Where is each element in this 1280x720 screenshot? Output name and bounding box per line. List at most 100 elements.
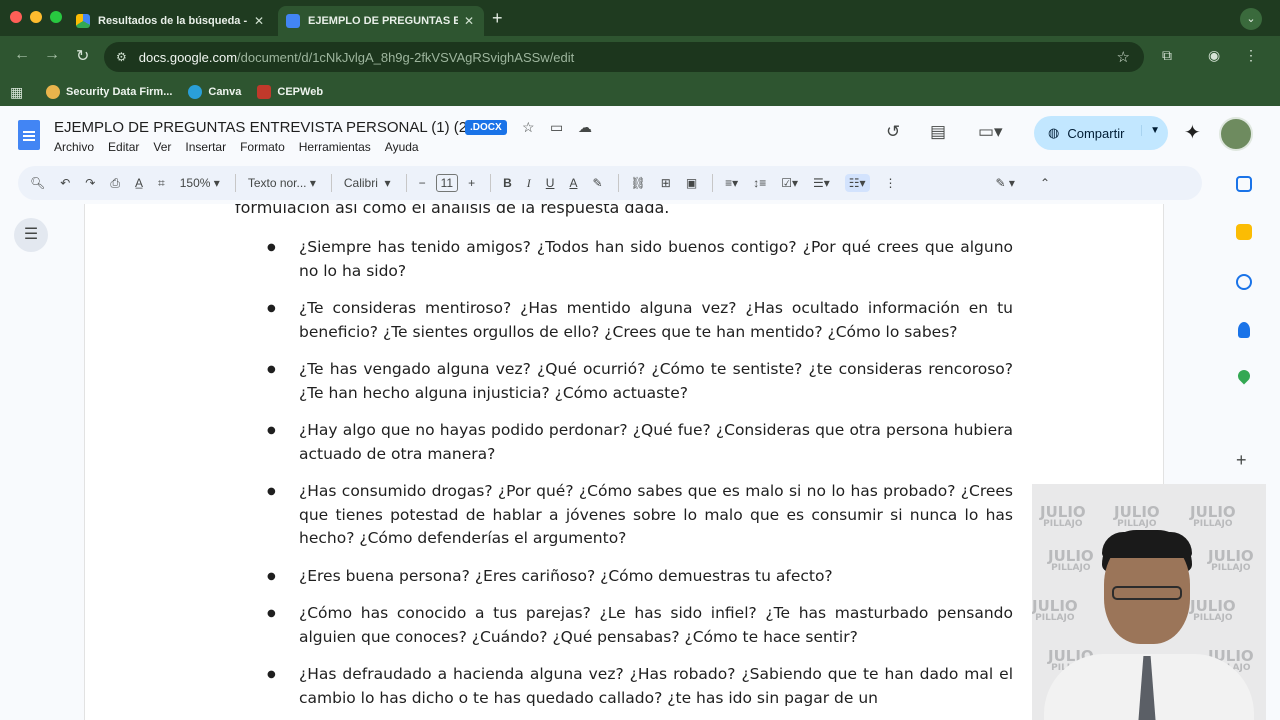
history-icon[interactable]: ↺ <box>886 122 900 142</box>
line-spacing-icon[interactable]: ↕≡ <box>753 176 766 190</box>
redo-icon[interactable]: ↷ <box>85 176 95 190</box>
contacts-icon[interactable] <box>1238 322 1250 338</box>
security-icon <box>46 85 60 99</box>
more-options-icon[interactable]: ⋮ <box>885 176 897 190</box>
gemini-sparkle-icon[interactable]: ✦ <box>1184 120 1201 145</box>
list-item: ¿Hay algo que no hayas podido perdonar? … <box>235 419 1013 466</box>
menu-archivo[interactable]: Archivo <box>54 140 94 154</box>
avatar[interactable] <box>1219 117 1253 151</box>
maximize-window-button[interactable] <box>50 11 62 23</box>
close-window-button[interactable] <box>10 11 22 23</box>
undo-icon[interactable]: ↶ <box>60 176 70 190</box>
webcam-overlay: JULIO PILLAJO JULIO PILLAJO JULIO PILLAJO J… <box>1032 484 1266 720</box>
increase-font-icon[interactable]: + <box>468 176 475 190</box>
cepweb-icon <box>257 85 272 99</box>
list-item: ¿Te has vengado alguna vez? ¿Qué ocurrió… <box>235 358 1013 405</box>
meet-camera-icon[interactable]: ▭▾ <box>978 122 1003 142</box>
italic-icon[interactable]: I <box>527 176 531 191</box>
share-label: Compartir <box>1067 125 1125 141</box>
site-info-icon[interactable]: ⚙ <box>116 50 127 64</box>
maps-icon[interactable] <box>1235 367 1253 385</box>
tasks-icon[interactable] <box>1236 274 1252 290</box>
menu-ver[interactable]: Ver <box>153 140 171 154</box>
url-host: docs.google.com <box>138 49 238 65</box>
menu-herramientas[interactable]: Herramientas <box>299 140 371 154</box>
presenter-glasses <box>1112 586 1182 600</box>
browser-toolbar: ← → ↻ ⚙ docs.google.com /document/d/1cNk… <box>0 36 1280 78</box>
document-title[interactable]: EJEMPLO DE PREGUNTAS ENTREVISTA PERSONAL… <box>54 119 472 136</box>
keep-icon[interactable] <box>1236 224 1252 240</box>
spellcheck-icon[interactable]: A̲ <box>135 176 143 190</box>
list-item: ¿Has consumido drogas? ¿Por qué? ¿Cómo s… <box>235 480 1013 551</box>
paint-format-icon[interactable]: ⌗ <box>158 176 165 191</box>
align-icon[interactable]: ≡▾ <box>725 176 738 190</box>
comments-icon[interactable]: ▤ <box>930 122 946 142</box>
font-size-input[interactable]: 11 <box>435 174 459 192</box>
insert-image-icon[interactable]: ▣ <box>686 176 697 190</box>
bold-icon[interactable]: B <box>503 176 512 190</box>
font-select[interactable]: Calibri ▾ <box>344 176 391 190</box>
tab-search-chevron-icon[interactable]: ⌄ <box>1240 8 1262 30</box>
calendar-icon[interactable] <box>1236 176 1252 192</box>
zoom-select[interactable]: 150% ▾ <box>180 176 220 190</box>
google-docs-logo-icon[interactable] <box>18 120 40 150</box>
questions-list: ¿Siempre has tenido amigos? ¿Todos han s… <box>235 236 1013 720</box>
print-icon[interactable]: ⎙ <box>110 176 120 191</box>
close-icon[interactable]: ✕ <box>254 14 264 28</box>
tab-docs-document[interactable]: EJEMPLO DE PREGUNTAS ENTREVISTA ✕ <box>278 6 484 36</box>
close-icon[interactable]: ✕ <box>464 14 474 28</box>
new-tab-button[interactable]: + <box>492 8 503 29</box>
url-path: /document/d/1cNkJvlgA_8h9g-2fkVSVAgRSvig… <box>237 49 575 65</box>
underline-icon[interactable]: U <box>546 176 555 190</box>
bookmark-label: Security Data Firm... <box>66 86 173 98</box>
style-select[interactable]: Texto nor... ▾ <box>248 176 316 190</box>
add-comment-icon[interactable]: ⊞ <box>661 176 671 190</box>
globe-icon: ◍ <box>1048 125 1060 140</box>
bookmark-canva[interactable]: Canva <box>188 85 241 99</box>
list-item: ¿Te consideras mentiroso? ¿Has mentido a… <box>235 297 1013 344</box>
separator <box>490 174 492 192</box>
menu-insertar[interactable]: Insertar <box>185 140 226 154</box>
highlight-icon[interactable]: ✎ <box>592 176 602 190</box>
collapse-menus-icon[interactable]: ⌃ <box>1040 176 1050 190</box>
tab-search-results[interactable]: Resultados de la búsqueda - ✕ <box>68 6 274 36</box>
watermark-logo: JULIOPILLAJO <box>1048 547 1094 574</box>
bookmark-star-icon[interactable]: ☆ <box>1117 48 1130 66</box>
menu-formato[interactable]: Formato <box>240 140 285 154</box>
watermark-logo: JULIOPILLAJO <box>1190 597 1236 624</box>
apps-grid-icon[interactable]: ▦ <box>10 84 46 101</box>
back-arrow-icon[interactable]: ← <box>14 46 30 64</box>
numbered-list-icon[interactable]: ☷▾ <box>844 174 870 192</box>
menu-ayuda[interactable]: Ayuda <box>385 140 419 154</box>
add-addon-icon[interactable]: + <box>1236 450 1247 471</box>
insert-link-icon[interactable]: ⛓ <box>631 176 646 190</box>
checklist-icon[interactable]: ☑▾ <box>781 176 798 190</box>
document-page[interactable]: formulación así como el análisis de la r… <box>84 204 1164 720</box>
editing-mode-icon[interactable]: ✎ ▾ <box>996 176 1015 190</box>
profile-icon[interactable]: ◉ <box>1208 47 1220 64</box>
intro-text: formulación así como el análisis de la r… <box>235 204 670 217</box>
chevron-down-icon[interactable]: ▼ <box>1141 125 1160 136</box>
list-item: ¿Eres buena persona? ¿Eres cariñoso? ¿Có… <box>235 565 1013 589</box>
browser-menu-icon[interactable]: ⋮ <box>1244 47 1258 64</box>
reload-icon[interactable]: ↻ <box>76 46 89 66</box>
menu-editar[interactable]: Editar <box>108 140 139 154</box>
forward-arrow-icon[interactable]: → <box>44 46 60 64</box>
tab-label: EJEMPLO DE PREGUNTAS ENTREVISTA <box>308 15 458 27</box>
move-folder-icon[interactable]: ▭ <box>550 119 563 136</box>
bulleted-list-icon[interactable]: ☰▾ <box>813 176 830 190</box>
list-item: ¿Siempre has tenido amigos? ¿Todos han s… <box>235 236 1013 283</box>
bookmark-security-data[interactable]: Security Data Firm... <box>46 85 172 99</box>
share-button[interactable]: ◍ Compartir ▼ <box>1034 116 1168 150</box>
search-menus-icon[interactable]: 🔍︎ <box>30 176 45 190</box>
formatting-toolbar: 🔍︎ ↶ ↷ ⎙ A̲ ⌗ 150% ▾ Texto nor... ▾ Cali… <box>18 166 1202 200</box>
address-bar[interactable]: ⚙ docs.google.com /document/d/1cNkJvlgA_… <box>104 42 1144 72</box>
minimize-window-button[interactable] <box>30 11 42 23</box>
document-outline-icon[interactable]: ☰ <box>14 218 48 252</box>
decrease-font-icon[interactable]: − <box>419 176 426 190</box>
google-docs-icon <box>286 14 300 28</box>
extensions-icon[interactable]: ⧉ <box>1162 47 1172 64</box>
bookmark-cepweb[interactable]: CEPWeb <box>257 85 323 99</box>
star-icon[interactable]: ☆ <box>522 119 535 136</box>
text-color-icon[interactable]: A <box>569 176 577 190</box>
